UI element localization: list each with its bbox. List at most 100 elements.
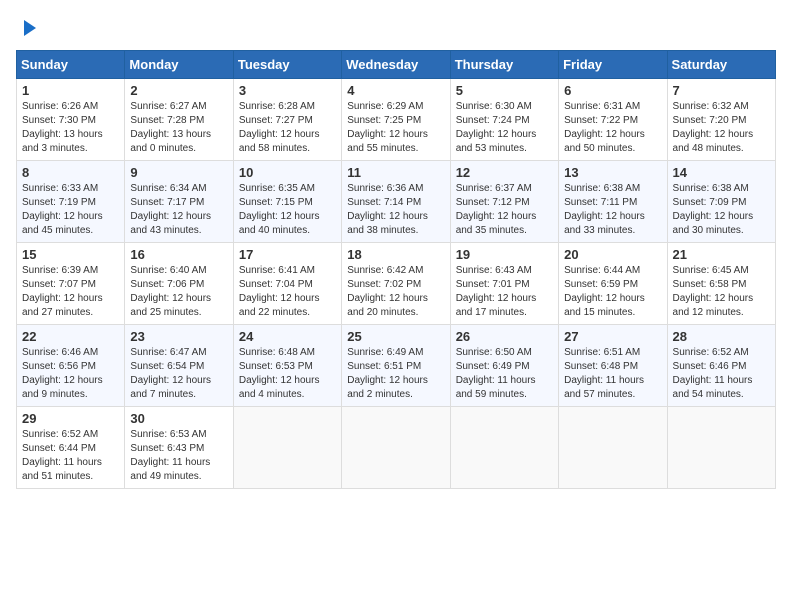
day-number: 21	[673, 247, 770, 262]
day-info: Sunrise: 6:44 AMSunset: 6:59 PMDaylight:…	[564, 264, 661, 320]
day-number: 6	[564, 83, 661, 98]
calendar-header-row: SundayMondayTuesdayWednesdayThursdayFrid…	[17, 51, 776, 79]
day-info: Sunrise: 6:32 AMSunset: 7:20 PMDaylight:…	[673, 100, 770, 156]
day-number: 24	[239, 329, 336, 344]
day-number: 23	[130, 329, 227, 344]
calendar-table: SundayMondayTuesdayWednesdayThursdayFrid…	[16, 50, 776, 489]
day-number: 22	[22, 329, 119, 344]
weekday-header-monday: Monday	[125, 51, 233, 79]
calendar-cell: 6 Sunrise: 6:31 AMSunset: 7:22 PMDaylight…	[559, 79, 667, 161]
day-info: Sunrise: 6:50 AMSunset: 6:49 PMDaylight:…	[456, 346, 553, 402]
day-info: Sunrise: 6:42 AMSunset: 7:02 PMDaylight:…	[347, 264, 444, 320]
calendar-cell: 17 Sunrise: 6:41 AMSunset: 7:04 PMDayligh…	[233, 243, 341, 325]
day-info: Sunrise: 6:30 AMSunset: 7:24 PMDaylight:…	[456, 100, 553, 156]
calendar-cell: 24 Sunrise: 6:48 AMSunset: 6:53 PMDayligh…	[233, 325, 341, 407]
day-number: 3	[239, 83, 336, 98]
calendar-week-row: 22 Sunrise: 6:46 AMSunset: 6:56 PMDayligh…	[17, 325, 776, 407]
day-info: Sunrise: 6:47 AMSunset: 6:54 PMDaylight:…	[130, 346, 227, 402]
day-info: Sunrise: 6:48 AMSunset: 6:53 PMDaylight:…	[239, 346, 336, 402]
calendar-cell: 27 Sunrise: 6:51 AMSunset: 6:48 PMDayligh…	[559, 325, 667, 407]
day-number: 11	[347, 165, 444, 180]
weekday-header-sunday: Sunday	[17, 51, 125, 79]
day-info: Sunrise: 6:41 AMSunset: 7:04 PMDaylight:…	[239, 264, 336, 320]
calendar-week-row: 29 Sunrise: 6:52 AMSunset: 6:44 PMDayligh…	[17, 407, 776, 489]
day-number: 26	[456, 329, 553, 344]
day-info: Sunrise: 6:28 AMSunset: 7:27 PMDaylight:…	[239, 100, 336, 156]
calendar-cell: 18Sunrise: 6:42 AMSunset: 7:02 PMDayligh…	[342, 243, 450, 325]
day-info: Sunrise: 6:27 AMSunset: 7:28 PMDaylight:…	[130, 100, 227, 156]
logo-icon	[16, 16, 40, 40]
calendar-cell	[342, 407, 450, 489]
day-info: Sunrise: 6:52 AMSunset: 6:44 PMDaylight:…	[22, 428, 119, 484]
day-info: Sunrise: 6:33 AMSunset: 7:19 PMDaylight:…	[22, 182, 119, 238]
calendar-cell: 16 Sunrise: 6:40 AMSunset: 7:06 PMDayligh…	[125, 243, 233, 325]
calendar-cell: 29 Sunrise: 6:52 AMSunset: 6:44 PMDayligh…	[17, 407, 125, 489]
day-info: Sunrise: 6:53 AMSunset: 6:43 PMDaylight:…	[130, 428, 227, 484]
calendar-cell: 15 Sunrise: 6:39 AMSunset: 7:07 PMDayligh…	[17, 243, 125, 325]
weekday-header-friday: Friday	[559, 51, 667, 79]
calendar-cell: 19Sunrise: 6:43 AMSunset: 7:01 PMDayligh…	[450, 243, 558, 325]
day-number: 17	[239, 247, 336, 262]
day-info: Sunrise: 6:39 AMSunset: 7:07 PMDaylight:…	[22, 264, 119, 320]
day-info: Sunrise: 6:35 AMSunset: 7:15 PMDaylight:…	[239, 182, 336, 238]
calendar-cell: 4 Sunrise: 6:29 AMSunset: 7:25 PMDaylight…	[342, 79, 450, 161]
day-number: 15	[22, 247, 119, 262]
calendar-cell: 1Sunrise: 6:26 AMSunset: 7:30 PMDaylight…	[17, 79, 125, 161]
day-number: 16	[130, 247, 227, 262]
weekday-header-thursday: Thursday	[450, 51, 558, 79]
day-info: Sunrise: 6:51 AMSunset: 6:48 PMDaylight:…	[564, 346, 661, 402]
day-info: Sunrise: 6:49 AMSunset: 6:51 PMDaylight:…	[347, 346, 444, 402]
day-number: 5	[456, 83, 553, 98]
day-number: 29	[22, 411, 119, 426]
calendar-cell: 5 Sunrise: 6:30 AMSunset: 7:24 PMDaylight…	[450, 79, 558, 161]
calendar-week-row: 15 Sunrise: 6:39 AMSunset: 7:07 PMDayligh…	[17, 243, 776, 325]
calendar-cell: 10 Sunrise: 6:35 AMSunset: 7:15 PMDayligh…	[233, 161, 341, 243]
calendar-cell: 7 Sunrise: 6:32 AMSunset: 7:20 PMDaylight…	[667, 79, 775, 161]
day-info: Sunrise: 6:26 AMSunset: 7:30 PMDaylight:…	[22, 100, 119, 156]
calendar-cell: 8 Sunrise: 6:33 AMSunset: 7:19 PMDaylight…	[17, 161, 125, 243]
calendar-cell: 26 Sunrise: 6:50 AMSunset: 6:49 PMDayligh…	[450, 325, 558, 407]
calendar-cell: 21Sunrise: 6:45 AMSunset: 6:58 PMDayligh…	[667, 243, 775, 325]
day-number: 20	[564, 247, 661, 262]
day-number: 28	[673, 329, 770, 344]
calendar-cell: 25Sunrise: 6:49 AMSunset: 6:51 PMDayligh…	[342, 325, 450, 407]
calendar-cell	[450, 407, 558, 489]
calendar-cell: 9Sunrise: 6:34 AMSunset: 7:17 PMDaylight…	[125, 161, 233, 243]
day-number: 14	[673, 165, 770, 180]
day-info: Sunrise: 6:29 AMSunset: 7:25 PMDaylight:…	[347, 100, 444, 156]
day-number: 2	[130, 83, 227, 98]
day-number: 13	[564, 165, 661, 180]
day-number: 4	[347, 83, 444, 98]
logo	[16, 16, 44, 40]
calendar-cell: 2 Sunrise: 6:27 AMSunset: 7:28 PMDaylight…	[125, 79, 233, 161]
weekday-header-saturday: Saturday	[667, 51, 775, 79]
day-number: 10	[239, 165, 336, 180]
day-info: Sunrise: 6:37 AMSunset: 7:12 PMDaylight:…	[456, 182, 553, 238]
calendar-cell: 12 Sunrise: 6:37 AMSunset: 7:12 PMDayligh…	[450, 161, 558, 243]
calendar-cell: 14 Sunrise: 6:38 AMSunset: 7:09 PMDayligh…	[667, 161, 775, 243]
day-info: Sunrise: 6:31 AMSunset: 7:22 PMDaylight:…	[564, 100, 661, 156]
day-info: Sunrise: 6:46 AMSunset: 6:56 PMDaylight:…	[22, 346, 119, 402]
day-number: 30	[130, 411, 227, 426]
calendar-cell	[559, 407, 667, 489]
day-number: 9	[130, 165, 227, 180]
day-number: 12	[456, 165, 553, 180]
weekday-header-wednesday: Wednesday	[342, 51, 450, 79]
day-info: Sunrise: 6:38 AMSunset: 7:11 PMDaylight:…	[564, 182, 661, 238]
day-info: Sunrise: 6:38 AMSunset: 7:09 PMDaylight:…	[673, 182, 770, 238]
calendar-cell: 13 Sunrise: 6:38 AMSunset: 7:11 PMDayligh…	[559, 161, 667, 243]
calendar-cell: 28 Sunrise: 6:52 AMSunset: 6:46 PMDayligh…	[667, 325, 775, 407]
day-number: 7	[673, 83, 770, 98]
calendar-cell: 23 Sunrise: 6:47 AMSunset: 6:54 PMDayligh…	[125, 325, 233, 407]
calendar-cell: 11 Sunrise: 6:36 AMSunset: 7:14 PMDayligh…	[342, 161, 450, 243]
day-info: Sunrise: 6:40 AMSunset: 7:06 PMDaylight:…	[130, 264, 227, 320]
day-number: 19	[456, 247, 553, 262]
page-header	[16, 16, 776, 40]
calendar-cell	[233, 407, 341, 489]
day-number: 27	[564, 329, 661, 344]
day-number: 8	[22, 165, 119, 180]
calendar-cell	[667, 407, 775, 489]
day-info: Sunrise: 6:36 AMSunset: 7:14 PMDaylight:…	[347, 182, 444, 238]
day-info: Sunrise: 6:52 AMSunset: 6:46 PMDaylight:…	[673, 346, 770, 402]
weekday-header-tuesday: Tuesday	[233, 51, 341, 79]
